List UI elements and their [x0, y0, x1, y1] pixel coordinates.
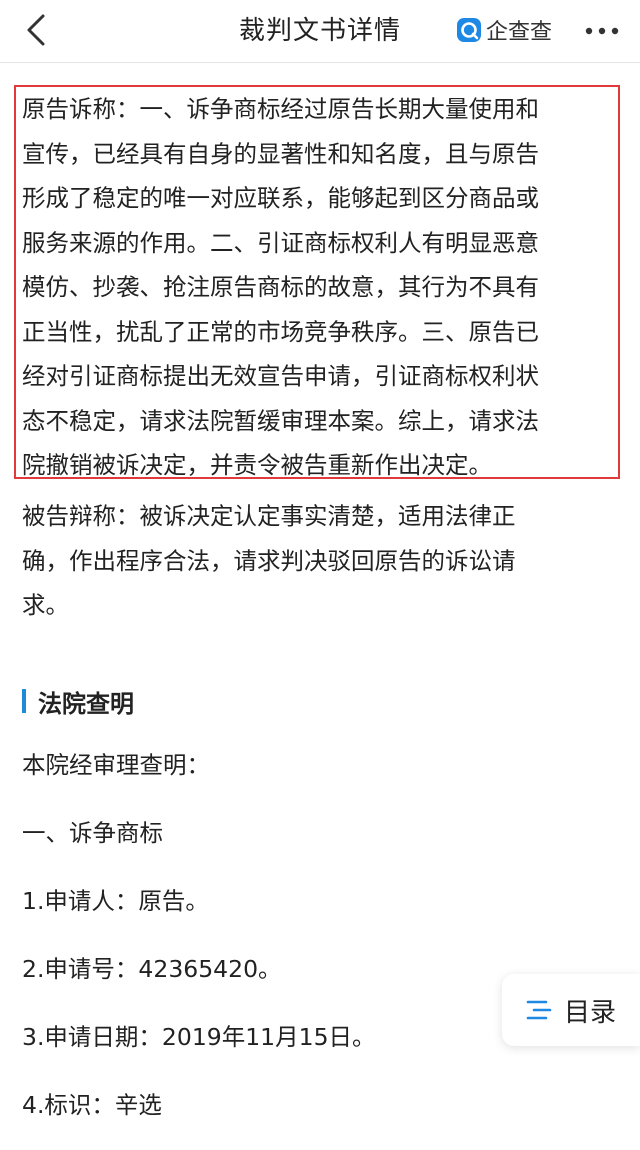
finding-line: 1.申请人：原告。 — [22, 887, 209, 915]
toc-list-icon — [526, 1000, 552, 1020]
section-heading: 法院查明 — [22, 681, 134, 721]
text-line: 模仿、抄袭、抢注原告商标的故意，其行为不具有 — [22, 273, 539, 301]
text-line: 求。 — [22, 591, 69, 619]
text-line: 原告诉称：一、诉争商标经过原告长期大量使用和 — [22, 95, 539, 123]
text-line: 形成了稳定的唯一对应联系，能够起到区分商品或 — [22, 184, 539, 212]
text-line: 宣传，已经具有自身的显著性和知名度，且与原告 — [22, 139, 539, 168]
toc-label: 目录 — [563, 997, 616, 1028]
brand-name: 企查查 — [486, 20, 553, 45]
finding-line: 一、诉争商标 — [22, 819, 163, 847]
section-title: 法院查明 — [38, 689, 134, 718]
qichacha-logo-icon — [457, 18, 481, 42]
finding-line: 3.申请日期：2019年11月15日。 — [22, 1023, 376, 1051]
toc-button[interactable]: 目录 — [502, 974, 640, 1046]
more-dots-icon — [585, 27, 619, 35]
finding-line: 2.申请号：42365420。 — [22, 955, 282, 983]
brand-link[interactable]: 企查查 — [456, 15, 552, 45]
text-line: 被告辩称：被诉决定认定事实清楚，适用法律正 — [22, 502, 516, 530]
text-line: 正当性，扰乱了正常的市场竞争秩序。三、原告已 — [22, 317, 539, 346]
top-navigation-bar: 裁判文书详情 企查查 — [0, 0, 640, 63]
finding-line: 本院经审理查明： — [22, 751, 210, 779]
defendant-response-paragraph: 被告辩称：被诉决定认定事实清楚，适用法律正 确，作出程序合法，请求判决驳回原告的… — [22, 494, 622, 628]
text-line: 服务来源的作用。二、引证商标权利人有明显恶意 — [22, 228, 539, 257]
section-accent-bar — [22, 689, 26, 713]
text-line: 态不稳定，请求法院暂缓审理本案。综上，请求法 — [22, 406, 539, 435]
plaintiff-claim-paragraph: 原告诉称：一、诉争商标经过原告长期大量使用和 宣传，已经具有自身的显著性和知名度… — [22, 87, 622, 488]
finding-line: 4.标识：辛选 — [22, 1091, 162, 1119]
text-line: 院撤销被诉决定，并责令被告重新作出决定。 — [22, 451, 492, 479]
text-line: 经对引证商标提出无效宣告申请，引证商标权利状 — [22, 362, 539, 390]
more-button[interactable] — [578, 14, 626, 48]
text-line: 确，作出程序合法，请求判决驳回原告的诉讼请 — [22, 546, 516, 575]
